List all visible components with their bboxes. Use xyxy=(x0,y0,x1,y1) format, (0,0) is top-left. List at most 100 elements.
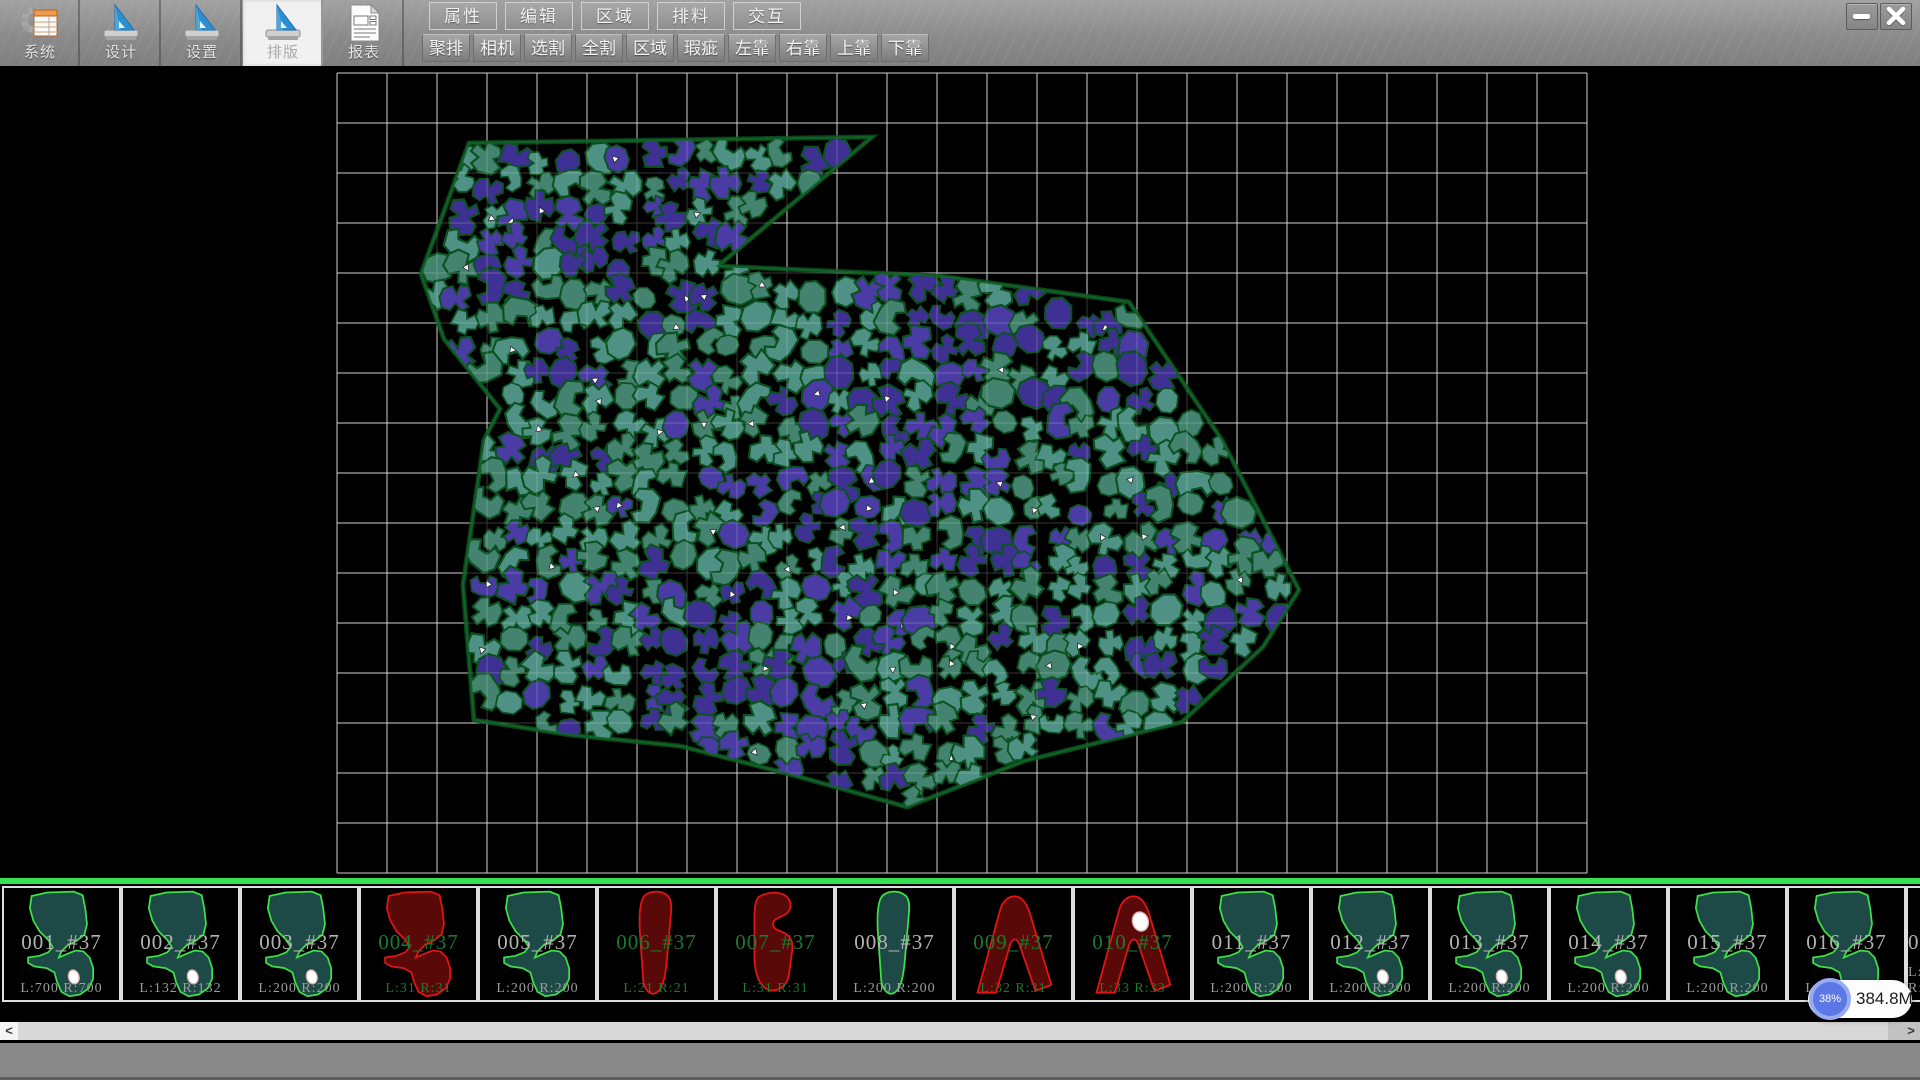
tool-button-右靠[interactable]: 右靠 xyxy=(779,34,827,62)
menu-tab-交互[interactable]: 交互 xyxy=(733,2,801,30)
nesting-canvas[interactable] xyxy=(0,66,1920,878)
menu-tab-区域[interactable]: 区域 xyxy=(581,2,649,30)
nav-item-设计[interactable]: 设计 xyxy=(81,0,161,66)
thumbnail-lr-label: L:21 R:21 xyxy=(599,981,714,997)
thumbnail-title: 016_#37 xyxy=(1789,930,1904,955)
thumbnail-title: 009_#37 xyxy=(956,930,1071,955)
tool-button-上靠[interactable]: 上靠 xyxy=(830,34,878,62)
thumbnail-title: 004_#37 xyxy=(361,930,476,955)
thumbnail-title: 012_#37 xyxy=(1313,930,1428,955)
thumbnail-lr-label: L:200 R:200 xyxy=(1432,981,1547,997)
thumbnail-cell[interactable]: 007_#37 L:31 R:31 xyxy=(716,886,835,1002)
tool-button-聚排[interactable]: 聚排 xyxy=(422,34,470,62)
thumbnail-cell[interactable]: 015_#37 L:200 R:200 xyxy=(1668,886,1787,1002)
minimize-icon xyxy=(1853,14,1870,19)
thumbnail-lr-label: L:200 R:200 xyxy=(1670,981,1785,997)
scroll-left-arrow[interactable]: < xyxy=(0,1022,18,1040)
thumbnail-lr-label: L:700 R:700 xyxy=(4,981,119,997)
menu-tab-编辑[interactable]: 编辑 xyxy=(505,2,573,30)
thumbnail-lr-label: L:31 R:31 xyxy=(361,981,476,997)
thumbnail-cell[interactable]: 006_#37 L:21 R:21 xyxy=(597,886,716,1002)
menu-tab-属性[interactable]: 属性 xyxy=(429,2,497,30)
thumbnail-cell[interactable]: 014_#37 L:200 R:200 xyxy=(1549,886,1668,1002)
nav-separator xyxy=(159,0,161,66)
thumbnail-lr-label: L:200 R:200 xyxy=(1313,981,1428,997)
thumbnail-title: 008_#37 xyxy=(837,930,952,955)
thumbnail-cell[interactable]: 008_#37 L:200 R:200 xyxy=(835,886,954,1002)
tool-button-全割[interactable]: 全割 xyxy=(575,34,623,62)
scrollbar-thumb[interactable] xyxy=(18,1022,1888,1040)
thumbnail-title: 006_#37 xyxy=(599,930,714,955)
status-bar xyxy=(0,1041,1920,1080)
memory-size-label: 384.8M xyxy=(1856,989,1913,1009)
thumbnail-cell[interactable]: 005_#37 L:200 R:200 xyxy=(478,886,597,1002)
thumbnail-lr-label: L:200 R:200 xyxy=(480,981,595,997)
nav-item-label: 设计 xyxy=(81,41,161,62)
tool-button-区域[interactable]: 区域 xyxy=(626,34,674,62)
thumbnail-cell[interactable]: 017_#37 L:200 R:200 xyxy=(1906,886,1920,1002)
thumbnail-lr-label: L:200 R:200 xyxy=(1194,981,1309,997)
thumbnail-title: 003_#37 xyxy=(242,930,357,955)
thumbnail-cell[interactable]: 001_#37 L:700 R:700 xyxy=(2,886,121,1002)
thumbnail-title: 005_#37 xyxy=(480,930,595,955)
nav-separator xyxy=(78,0,80,66)
thumbnail-cell[interactable]: 003_#37 L:200 R:200 xyxy=(240,886,359,1002)
nav-item-报表[interactable]: 报表 xyxy=(324,0,404,66)
tool-button-下靠[interactable]: 下靠 xyxy=(881,34,929,62)
thumbnail-title: 007_#37 xyxy=(718,930,833,955)
thumbnail-title: 002_#37 xyxy=(123,930,238,955)
hide-nesting-scene xyxy=(0,66,1920,878)
top-toolbar: 系统 设计 设置 排版 报表 属性编辑区域排料交互 xyxy=(0,0,1920,67)
design-icon xyxy=(101,3,141,43)
thumbnail-title: 001_#37 xyxy=(4,930,119,955)
thumbnail-title: 014_#37 xyxy=(1551,930,1666,955)
strip-divider-line xyxy=(0,878,1920,884)
thumbnail-cell[interactable]: 010_#37 L:33 R:33 xyxy=(1073,886,1192,1002)
minimize-button[interactable] xyxy=(1846,3,1878,30)
thumbnail-cell[interactable]: 011_#37 L:200 R:200 xyxy=(1192,886,1311,1002)
close-button[interactable] xyxy=(1880,3,1912,30)
thumbnail-title: 015_#37 xyxy=(1670,930,1785,955)
thumbnail-lr-label: L:132 R:132 xyxy=(123,981,238,997)
memory-usage-badge: 38% 384.8M xyxy=(1808,980,1912,1018)
nav-item-label: 系统 xyxy=(0,41,80,62)
tool-button-选割[interactable]: 选割 xyxy=(524,34,572,62)
thumbnail-lr-label: L:31 R:31 xyxy=(718,981,833,997)
thumbnail-lr-label: L:200 R:200 xyxy=(242,981,357,997)
horizontal-scrollbar: < > xyxy=(0,1022,1920,1040)
thumbnail-cell[interactable]: 004_#37 L:31 R:31 xyxy=(359,886,478,1002)
nav-separator xyxy=(240,0,242,66)
nav-item-label: 设置 xyxy=(162,41,242,62)
menu-tab-排料[interactable]: 排料 xyxy=(657,2,725,30)
scroll-right-arrow[interactable]: > xyxy=(1902,1022,1920,1040)
report-icon xyxy=(344,3,384,43)
nav-item-设置[interactable]: 设置 xyxy=(162,0,242,66)
nav-item-label: 报表 xyxy=(324,41,404,62)
tool-button-左靠[interactable]: 左靠 xyxy=(728,34,776,62)
system-icon xyxy=(20,3,60,43)
layout-icon xyxy=(263,3,303,43)
thumbnail-lr-label: L:200 R:200 xyxy=(1551,981,1666,997)
thumbnail-title: 017_#37 xyxy=(1908,930,1920,955)
tool-button-瑕疵[interactable]: 瑕疵 xyxy=(677,34,725,62)
close-icon xyxy=(1885,6,1907,26)
thumbnail-cell[interactable]: 012_#37 L:200 R:200 xyxy=(1311,886,1430,1002)
thumbnail-title: 013_#37 xyxy=(1432,930,1547,955)
thumbnail-title: 010_#37 xyxy=(1075,930,1190,955)
application-window: 系统 设计 设置 排版 报表 属性编辑区域排料交互 xyxy=(0,0,1920,1080)
nav-item-系统[interactable]: 系统 xyxy=(0,0,80,66)
thumbnail-cell[interactable]: 009_#37 L:32 R:31 xyxy=(954,886,1073,1002)
nav-separator xyxy=(402,0,404,66)
tool-button-相机[interactable]: 相机 xyxy=(473,34,521,62)
thumbnail-cell[interactable]: 013_#37 L:200 R:200 xyxy=(1430,886,1549,1002)
thumbnail-cell[interactable]: 002_#37 L:132 R:132 xyxy=(121,886,240,1002)
thumbnail-lr-label: L:200 R:200 xyxy=(837,981,952,997)
nav-item-排版[interactable]: 排版 xyxy=(243,0,323,66)
thumbnail-lr-label: L:33 R:33 xyxy=(1075,981,1190,997)
progress-percent-indicator: 38% xyxy=(1809,978,1851,1020)
nav-separator xyxy=(321,0,323,66)
settings-icon xyxy=(182,3,222,43)
thumbnail-lr-label: L:32 R:31 xyxy=(956,981,1071,997)
thumbnail-title: 011_#37 xyxy=(1194,930,1309,955)
piece-thumbnail-strip: 001_#37 L:700 R:700 002_#37 L:132 R:132 … xyxy=(0,878,1920,1022)
